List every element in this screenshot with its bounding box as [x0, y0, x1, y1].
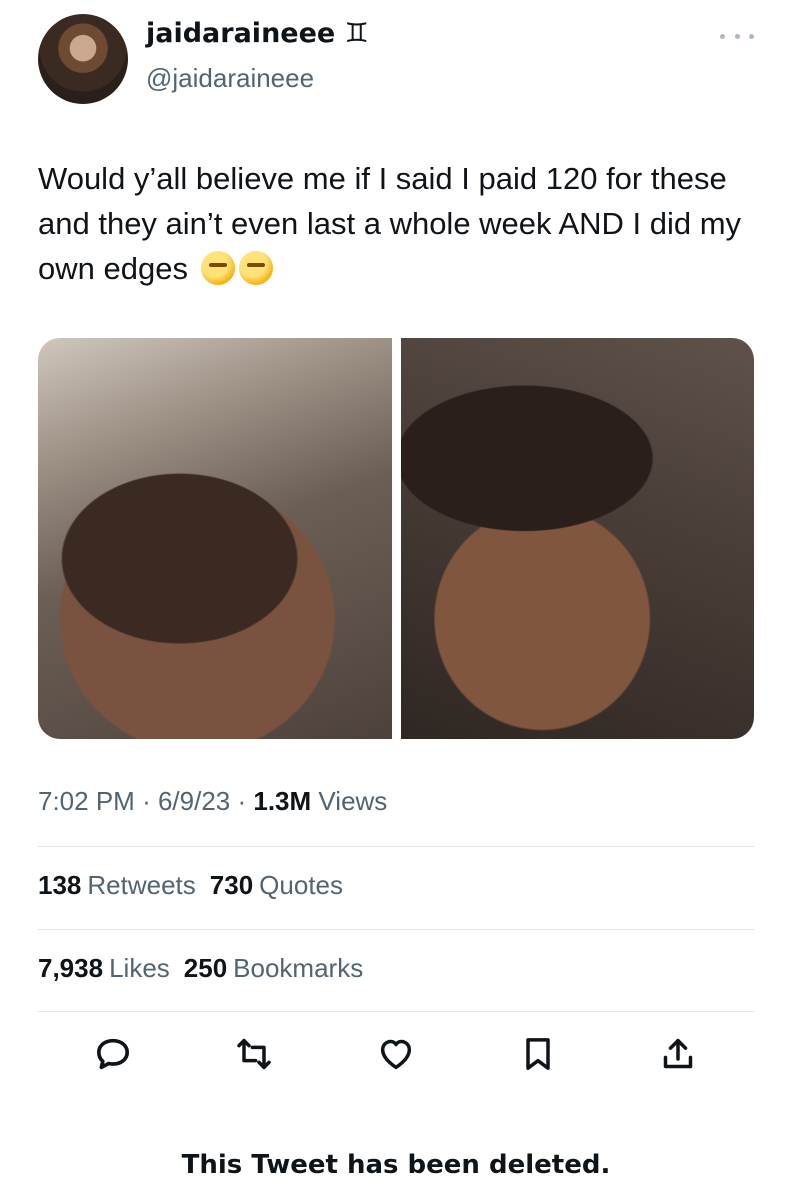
tweet-body: Would y’all believe me if I said I paid …: [38, 161, 742, 286]
thinking-face-icon: [238, 251, 273, 285]
display-name[interactable]: jaidaraineee ♊: [146, 18, 369, 49]
tweet-photo-2[interactable]: [401, 338, 754, 739]
deleted-notice: This Tweet has been deleted.: [181, 1150, 611, 1180]
retweet-icon[interactable]: [234, 1034, 274, 1074]
likes-count: 7,938: [38, 953, 104, 983]
thinking-face-icon: [200, 251, 235, 285]
like-bookmark-stats: 7,938 Likes 250 Bookmarks: [38, 953, 363, 984]
like-icon[interactable]: [376, 1034, 416, 1074]
tweet-metadata: 7:02 PM · 6/9/23 · 1.3M Views: [38, 786, 387, 817]
retweets-label: Retweets: [87, 870, 196, 900]
views-label: Views: [318, 786, 388, 816]
reply-icon[interactable]: [93, 1034, 133, 1074]
quotes-stat[interactable]: 730 Quotes: [210, 870, 343, 900]
bookmarks-label: Bookmarks: [233, 953, 364, 983]
likes-label: Likes: [109, 953, 170, 983]
views-count: 1.3M: [253, 786, 312, 816]
tweet-text: Would y’all believe me if I said I paid …: [38, 156, 758, 291]
retweet-quote-stats: 138 Retweets 730 Quotes: [38, 870, 343, 901]
separator-dot: ·: [237, 786, 254, 816]
more-options-icon[interactable]: [720, 26, 754, 46]
share-icon[interactable]: [658, 1034, 698, 1074]
avatar[interactable]: [38, 14, 128, 104]
divider: [38, 1011, 754, 1012]
divider: [38, 929, 754, 930]
bookmarks-stat[interactable]: 250 Bookmarks: [184, 953, 363, 983]
action-bar: [38, 1034, 754, 1078]
tweet-time[interactable]: 7:02 PM: [38, 786, 135, 816]
quotes-label: Quotes: [259, 870, 343, 900]
likes-stat[interactable]: 7,938 Likes: [38, 953, 170, 983]
tweet-date[interactable]: 6/9/23: [158, 786, 230, 816]
divider: [38, 846, 754, 847]
username[interactable]: @jaidaraineee: [146, 63, 314, 94]
bookmark-icon[interactable]: [518, 1034, 558, 1074]
bookmarks-count: 250: [183, 953, 228, 983]
separator-dot: ·: [142, 786, 158, 816]
quotes-count: 730: [209, 870, 254, 900]
tweet-photo-1[interactable]: [38, 338, 392, 739]
retweets-count: 138: [38, 870, 82, 900]
retweets-stat[interactable]: 138 Retweets: [38, 870, 196, 900]
